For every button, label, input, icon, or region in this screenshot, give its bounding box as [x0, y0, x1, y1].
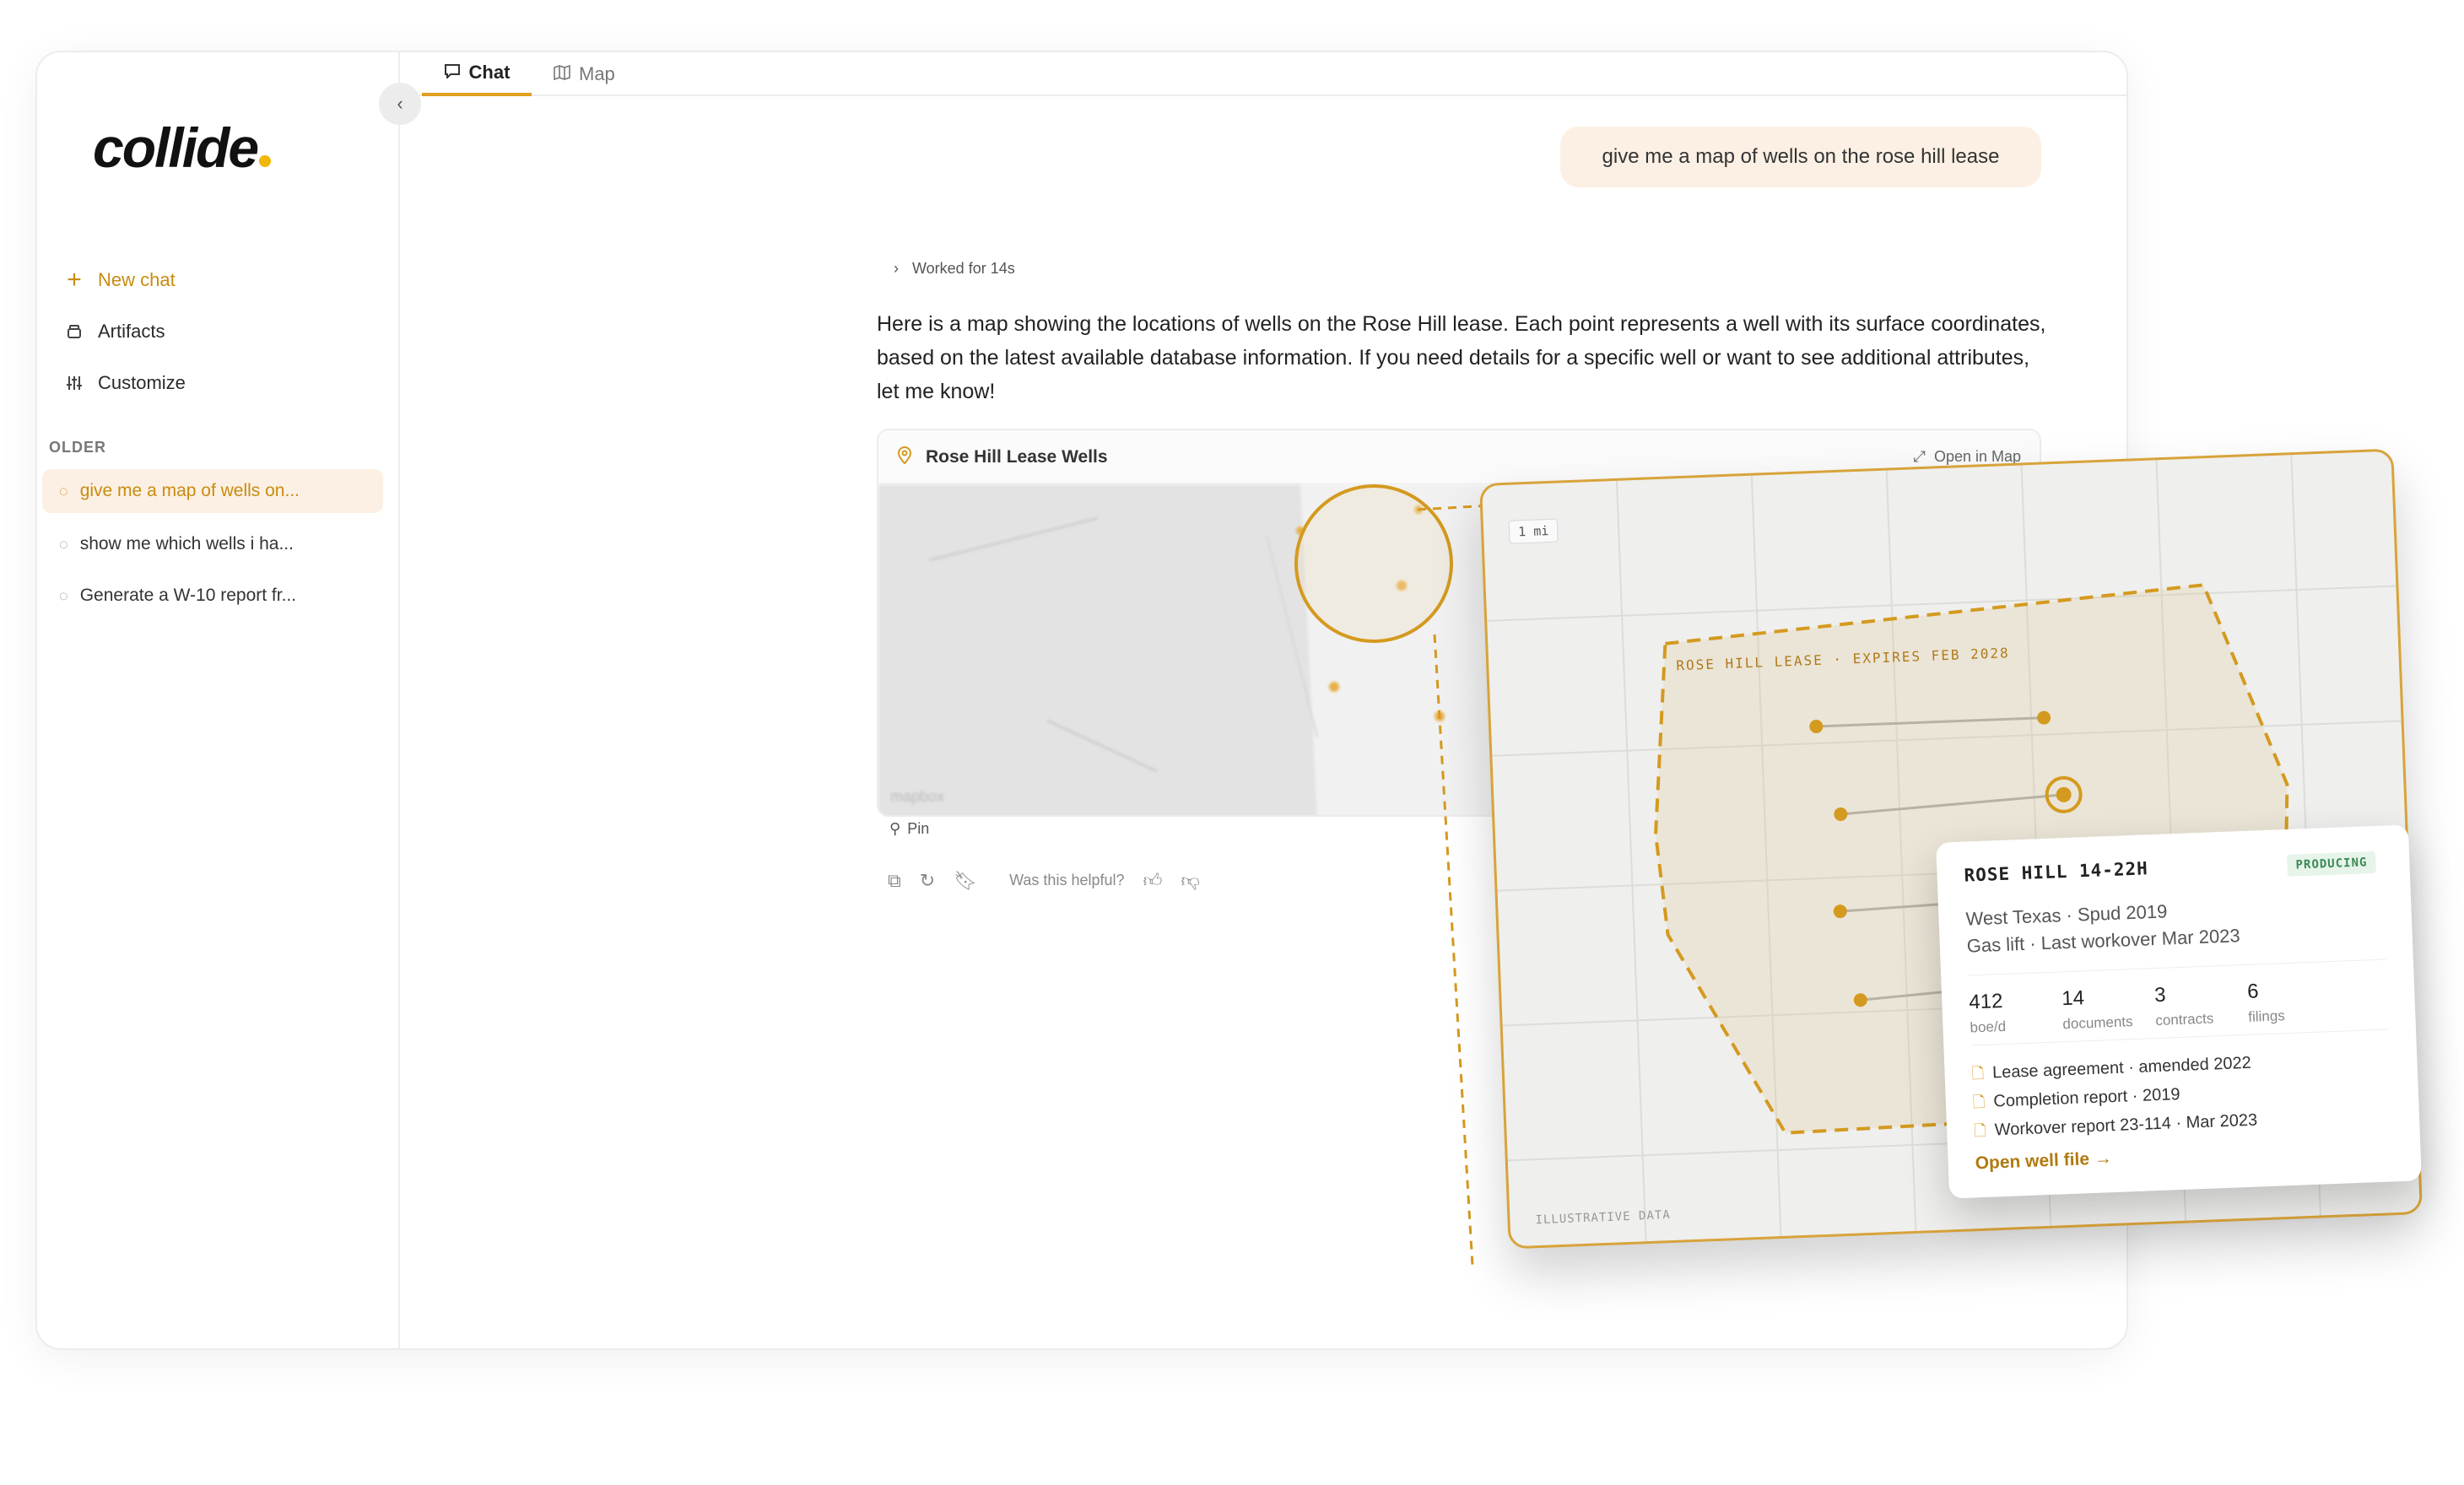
chat-bubble-icon: ◌ — [59, 586, 68, 604]
collapse-sidebar-button[interactable]: ‹ — [379, 83, 421, 125]
message-actions: ⧉ ↻ 🔖︎ Was this helpful? 👍︎ 👎︎ — [888, 869, 1200, 892]
stat-value: 6 — [2246, 980, 2260, 1003]
archive-icon — [62, 323, 86, 340]
chat-history-title: Generate a W-10 report fr... — [79, 586, 297, 605]
retry-icon[interactable]: ↻ — [920, 870, 935, 892]
older-section-heading: OLDER — [49, 439, 106, 456]
stat-production: 412 boe/d — [1969, 987, 2063, 1036]
chat-bubble-icon: ◌ — [59, 535, 68, 553]
plus-icon: + — [67, 266, 82, 294]
map-attribution: mapbox — [890, 788, 944, 805]
bookmark-icon[interactable]: 🔖︎ — [954, 870, 977, 892]
assistant-answer: Here is a map showing the locations of w… — [877, 312, 2046, 403]
thumbs-down-icon[interactable]: 👎︎ — [1181, 869, 1200, 892]
stat-value: 14 — [2061, 986, 2085, 1011]
customize-button[interactable]: Customize — [59, 366, 186, 400]
tab-map-label: Map — [579, 63, 615, 84]
new-chat-button[interactable]: + New chat — [59, 263, 176, 297]
customize-label: Customize — [98, 372, 186, 393]
user-message-text: give me a map of wells on the rose hill … — [1602, 145, 2000, 168]
chevron-left-icon: ‹ — [397, 93, 403, 114]
collide-logo[interactable]: collide — [93, 120, 272, 176]
artifacts-label: Artifacts — [98, 321, 165, 342]
chevron-right-icon: › — [894, 260, 899, 277]
open-well-file-link[interactable]: Open well file → — [1975, 1137, 2394, 1174]
worked-for-label: Worked for 14s — [912, 260, 1015, 277]
map-card-title: Rose Hill Lease Wells — [926, 446, 1108, 467]
thumbs-up-icon[interactable]: 👍︎ — [1143, 869, 1163, 892]
stat-value: 412 — [1968, 990, 2003, 1014]
pin-button[interactable]: ⚲ Pin — [889, 820, 929, 838]
stat-label: contracts — [2155, 1010, 2214, 1029]
location-pin-icon — [897, 446, 912, 469]
tab-chat-label: Chat — [468, 62, 511, 83]
sliders-icon — [62, 375, 86, 392]
helpful-label: Was this helpful? — [1009, 872, 1125, 888]
pin-icon: ⚲ — [889, 820, 901, 837]
chat-bubble-icon: ◌ — [59, 482, 68, 500]
stat-label: filings — [2247, 1007, 2286, 1025]
view-tabs: Chat Map — [400, 52, 2126, 96]
copy-icon[interactable]: ⧉ — [888, 870, 901, 892]
user-message-bubble: give me a map of wells on the rose hill … — [1560, 127, 2041, 187]
map-icon — [554, 63, 570, 85]
stat-filings[interactable]: 6 filings — [2247, 977, 2342, 1026]
expand-icon: ⤢ — [1913, 448, 1926, 465]
well-documents-list: 🗋 Lease agreement · amended 2022 🗋 Compl… — [1971, 1043, 2393, 1145]
well-meta: West Texas · Spud 2019 Gas lift · Last w… — [1965, 890, 2386, 960]
sidebar: collide + New chat Artifacts Customize O… — [37, 52, 400, 1348]
chat-history-item[interactable]: ◌ give me a map of wells on... — [42, 469, 383, 513]
stat-label: documents — [2062, 1013, 2133, 1033]
chat-history-title: give me a map of wells on... — [79, 481, 300, 500]
document-icon: 🗋 — [1973, 1121, 1987, 1140]
stat-label: boe/d — [1970, 1018, 2007, 1036]
chat-history-item[interactable]: ◌ Generate a W-10 report fr... — [42, 574, 383, 618]
tab-map[interactable]: Map — [554, 52, 615, 96]
well-stats: 412 boe/d 14 documents 3 contracts 6 fil… — [1968, 958, 2390, 1046]
document-icon: 🗋 — [1971, 1064, 1985, 1083]
stat-contracts[interactable]: 3 contracts — [2154, 980, 2249, 1029]
worked-for-toggle[interactable]: › Worked for 14s — [894, 260, 1015, 278]
chat-history-item[interactable]: ◌ show me which wells i ha... — [42, 522, 383, 566]
artifacts-button[interactable]: Artifacts — [59, 315, 165, 348]
pin-label: Pin — [907, 820, 930, 837]
stat-value: 3 — [2153, 983, 2167, 1007]
chat-icon — [444, 62, 461, 84]
map-scale: 1 mi — [1508, 518, 1559, 544]
status-badge: PRODUCING — [2287, 850, 2376, 877]
document-icon: 🗋 — [1972, 1093, 1986, 1111]
new-chat-label: New chat — [98, 269, 176, 290]
well-detail-popup[interactable]: ROSE HILL 14-22H PRODUCING West Texas · … — [1936, 824, 2422, 1199]
chat-history-title: show me which wells i ha... — [79, 534, 294, 554]
stat-documents[interactable]: 14 documents — [2061, 984, 2156, 1033]
tab-chat[interactable]: Chat — [422, 52, 532, 96]
